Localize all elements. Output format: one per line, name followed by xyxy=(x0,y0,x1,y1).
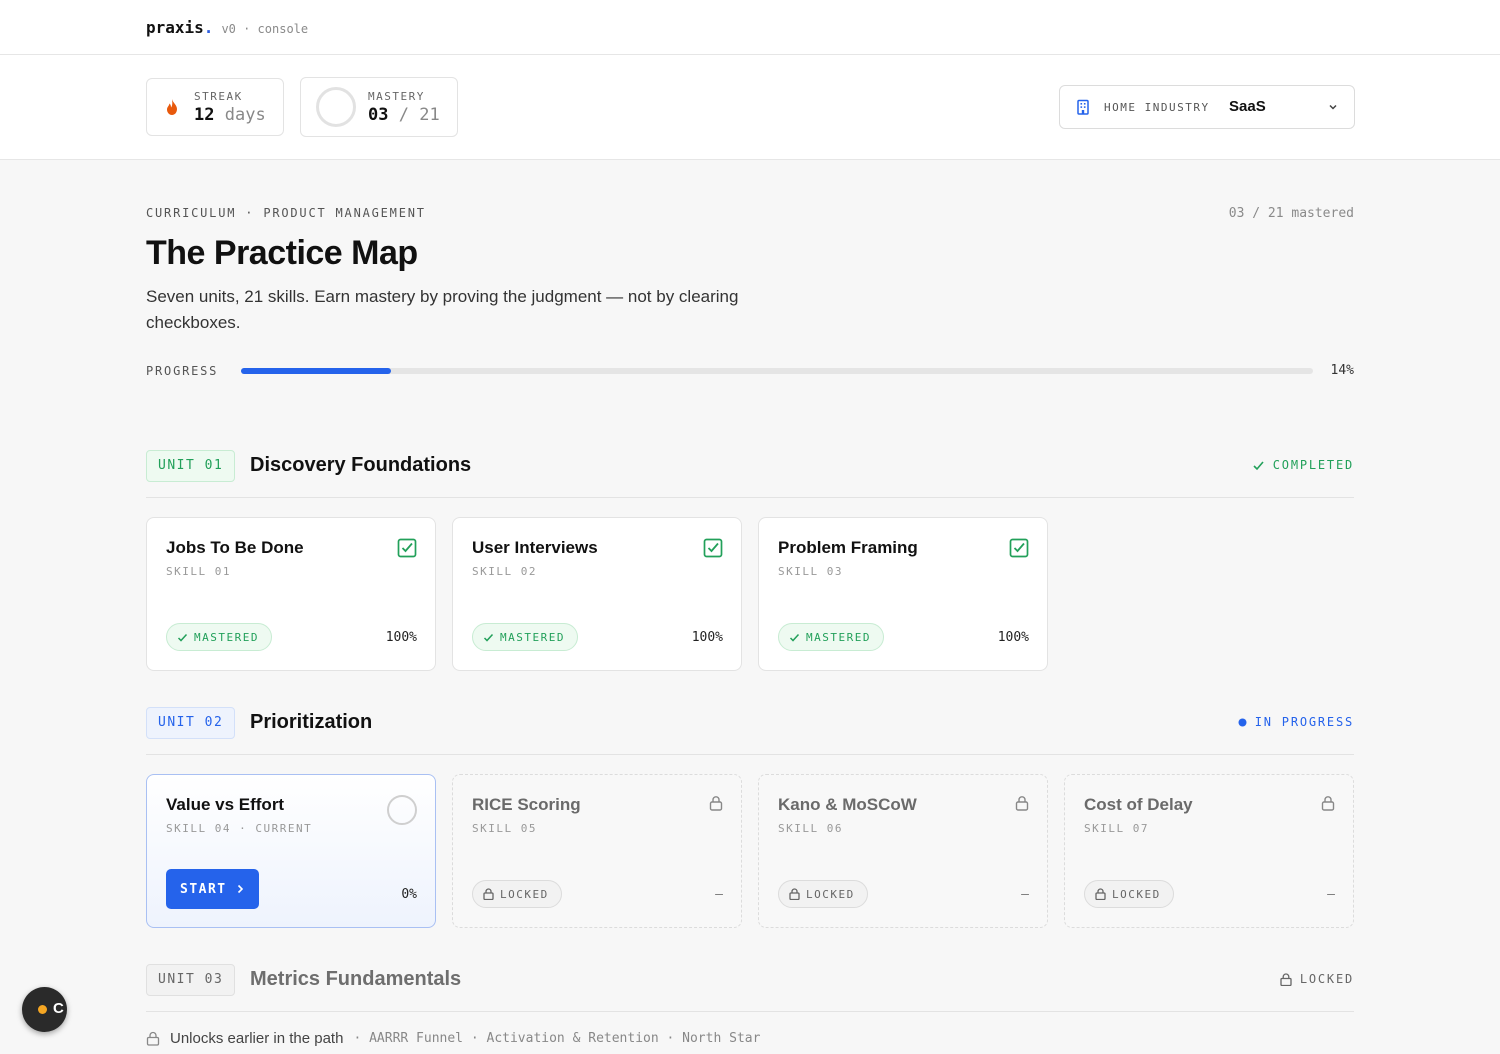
skill-number: SKILL 01 xyxy=(166,565,231,578)
progress-label: PROGRESS xyxy=(146,364,219,378)
status-dot-icon xyxy=(1238,718,1247,726)
checkbox-checked-icon xyxy=(397,538,417,558)
skill-title: RICE Scoring xyxy=(472,795,581,814)
lock-icon xyxy=(1015,796,1029,811)
locked-badge: LOCKED xyxy=(472,880,562,908)
brand-dot: . xyxy=(203,18,214,37)
check-icon xyxy=(483,633,494,642)
unlock-text: Unlocks earlier in the path xyxy=(170,1030,344,1047)
unit-tag: UNIT 02 xyxy=(146,707,236,739)
unit-title[interactable]: Discovery Foundations xyxy=(250,454,471,477)
locked-badge: LOCKED xyxy=(778,880,868,908)
unit-header: UNIT 01 Discovery Foundations COMPLETED xyxy=(146,450,1354,498)
mastery-label: MASTERY xyxy=(368,90,425,103)
streak-stat: STREAK 12 days xyxy=(146,78,284,136)
skill-title: Kano & MoSCoW xyxy=(778,795,917,814)
skill-card-locked: Kano & MoSCoW SKILL 06 LOCKED – xyxy=(758,774,1048,928)
unit-status: IN PROGRESS xyxy=(1238,715,1354,729)
skill-number: SKILL 07 xyxy=(1084,822,1149,835)
progress-percent: 14% xyxy=(1330,363,1354,378)
mastered-badge: MASTERED xyxy=(166,623,272,651)
skill-card-locked: RICE Scoring SKILL 05 LOCKED – xyxy=(452,774,742,928)
lock-icon xyxy=(1321,796,1335,811)
skill-percent: – xyxy=(1327,887,1335,902)
skill-percent: – xyxy=(715,887,723,902)
building-icon xyxy=(1077,99,1089,115)
lock-icon xyxy=(1095,888,1106,900)
mastered-count: 03 / 21 mastered xyxy=(1228,206,1354,221)
skill-title: Jobs To Be Done xyxy=(166,538,304,557)
brand-meta: v0 · console xyxy=(221,22,309,36)
unit-header: UNIT 03 Metrics Fundamentals LOCKED xyxy=(146,964,1354,1012)
lock-icon xyxy=(483,888,494,900)
page-title: The Practice Map xyxy=(146,234,418,272)
skill-number: SKILL 04 · CURRENT xyxy=(166,822,313,835)
chevron-down-icon xyxy=(1329,104,1337,110)
skill-title: Cost of Delay xyxy=(1084,795,1193,814)
brand-name: praxis xyxy=(146,18,204,37)
check-icon xyxy=(789,633,800,642)
mastery-value: 03 / 21 xyxy=(368,105,440,125)
lock-icon xyxy=(709,796,723,811)
mastered-badge: MASTERED xyxy=(778,623,884,651)
top-bar: praxis . v0 · console xyxy=(0,0,1500,55)
checkbox-checked-icon xyxy=(1009,538,1029,558)
start-button[interactable]: START xyxy=(166,869,259,909)
mastery-ring xyxy=(316,87,356,127)
check-icon xyxy=(177,633,188,642)
lock-icon xyxy=(146,1031,160,1046)
unit-status: COMPLETED xyxy=(1252,458,1354,472)
stats-bar: STREAK 12 days MASTERY 03 / 21 HOME INDU… xyxy=(0,55,1500,160)
flame-icon xyxy=(167,99,177,115)
skill-card[interactable]: Jobs To Be Done SKILL 01 MASTERED 100% xyxy=(146,517,436,671)
lock-icon xyxy=(1280,972,1292,986)
mastery-stat: MASTERY 03 / 21 xyxy=(300,77,458,137)
skill-number: SKILL 02 xyxy=(472,565,537,578)
brand[interactable]: praxis . v0 · console xyxy=(146,18,308,37)
unlock-hint: Unlocks earlier in the path · AARRR Funn… xyxy=(146,1030,760,1047)
skill-percent: 100% xyxy=(691,630,723,645)
status-dot-icon xyxy=(38,1005,47,1014)
unit-tag: UNIT 03 xyxy=(146,964,236,996)
locked-badge: LOCKED xyxy=(1084,880,1174,908)
check-icon xyxy=(1253,460,1264,470)
unit-title[interactable]: Metrics Fundamentals xyxy=(250,968,461,991)
page-subtitle: Seven units, 21 skills. Earn mastery by … xyxy=(146,287,739,332)
skill-card[interactable]: Problem Framing SKILL 03 MASTERED 100% xyxy=(758,517,1048,671)
unit-header: UNIT 02 Prioritization IN PROGRESS xyxy=(146,707,1354,755)
skill-card-locked: Cost of Delay SKILL 07 LOCKED – xyxy=(1064,774,1354,928)
checkbox-checked-icon xyxy=(703,538,723,558)
streak-value: 12 days xyxy=(194,105,266,125)
home-industry-select[interactable]: HOME INDUSTRY SaaS xyxy=(1059,85,1355,129)
skill-title: Value vs Effort xyxy=(166,795,285,814)
industry-value: SaaS xyxy=(1229,98,1266,115)
skill-percent: 0% xyxy=(401,887,417,902)
progress-bar xyxy=(241,368,1313,374)
assistant-fab[interactable]: C xyxy=(22,987,67,1032)
unit-title[interactable]: Prioritization xyxy=(250,711,372,734)
skill-card[interactable]: User Interviews SKILL 02 MASTERED 100% xyxy=(452,517,742,671)
skill-number: SKILL 05 xyxy=(472,822,537,835)
skill-percent: – xyxy=(1021,887,1029,902)
unit-tag: UNIT 01 xyxy=(146,450,236,482)
skill-card-current[interactable]: Value vs Effort SKILL 04 · CURRENT START… xyxy=(146,774,436,928)
unlock-skill-list: · AARRR Funnel · Activation & Retention … xyxy=(353,1031,761,1046)
skill-number: SKILL 06 xyxy=(778,822,843,835)
skill-number: SKILL 03 xyxy=(778,565,843,578)
fab-letter: C xyxy=(53,1000,64,1017)
streak-label: STREAK xyxy=(194,90,243,103)
industry-label: HOME INDUSTRY xyxy=(1104,101,1210,114)
progress-ring-icon xyxy=(387,795,417,825)
unit-status: LOCKED xyxy=(1280,972,1354,986)
skill-title: User Interviews xyxy=(472,538,598,557)
breadcrumb: CURRICULUM · PRODUCT MANAGEMENT xyxy=(146,206,426,220)
chevron-right-icon xyxy=(237,884,243,894)
skill-percent: 100% xyxy=(997,630,1029,645)
skill-percent: 100% xyxy=(385,630,417,645)
progress-fill xyxy=(241,368,392,374)
skill-title: Problem Framing xyxy=(778,538,918,557)
lock-icon xyxy=(789,888,800,900)
mastered-badge: MASTERED xyxy=(472,623,578,651)
